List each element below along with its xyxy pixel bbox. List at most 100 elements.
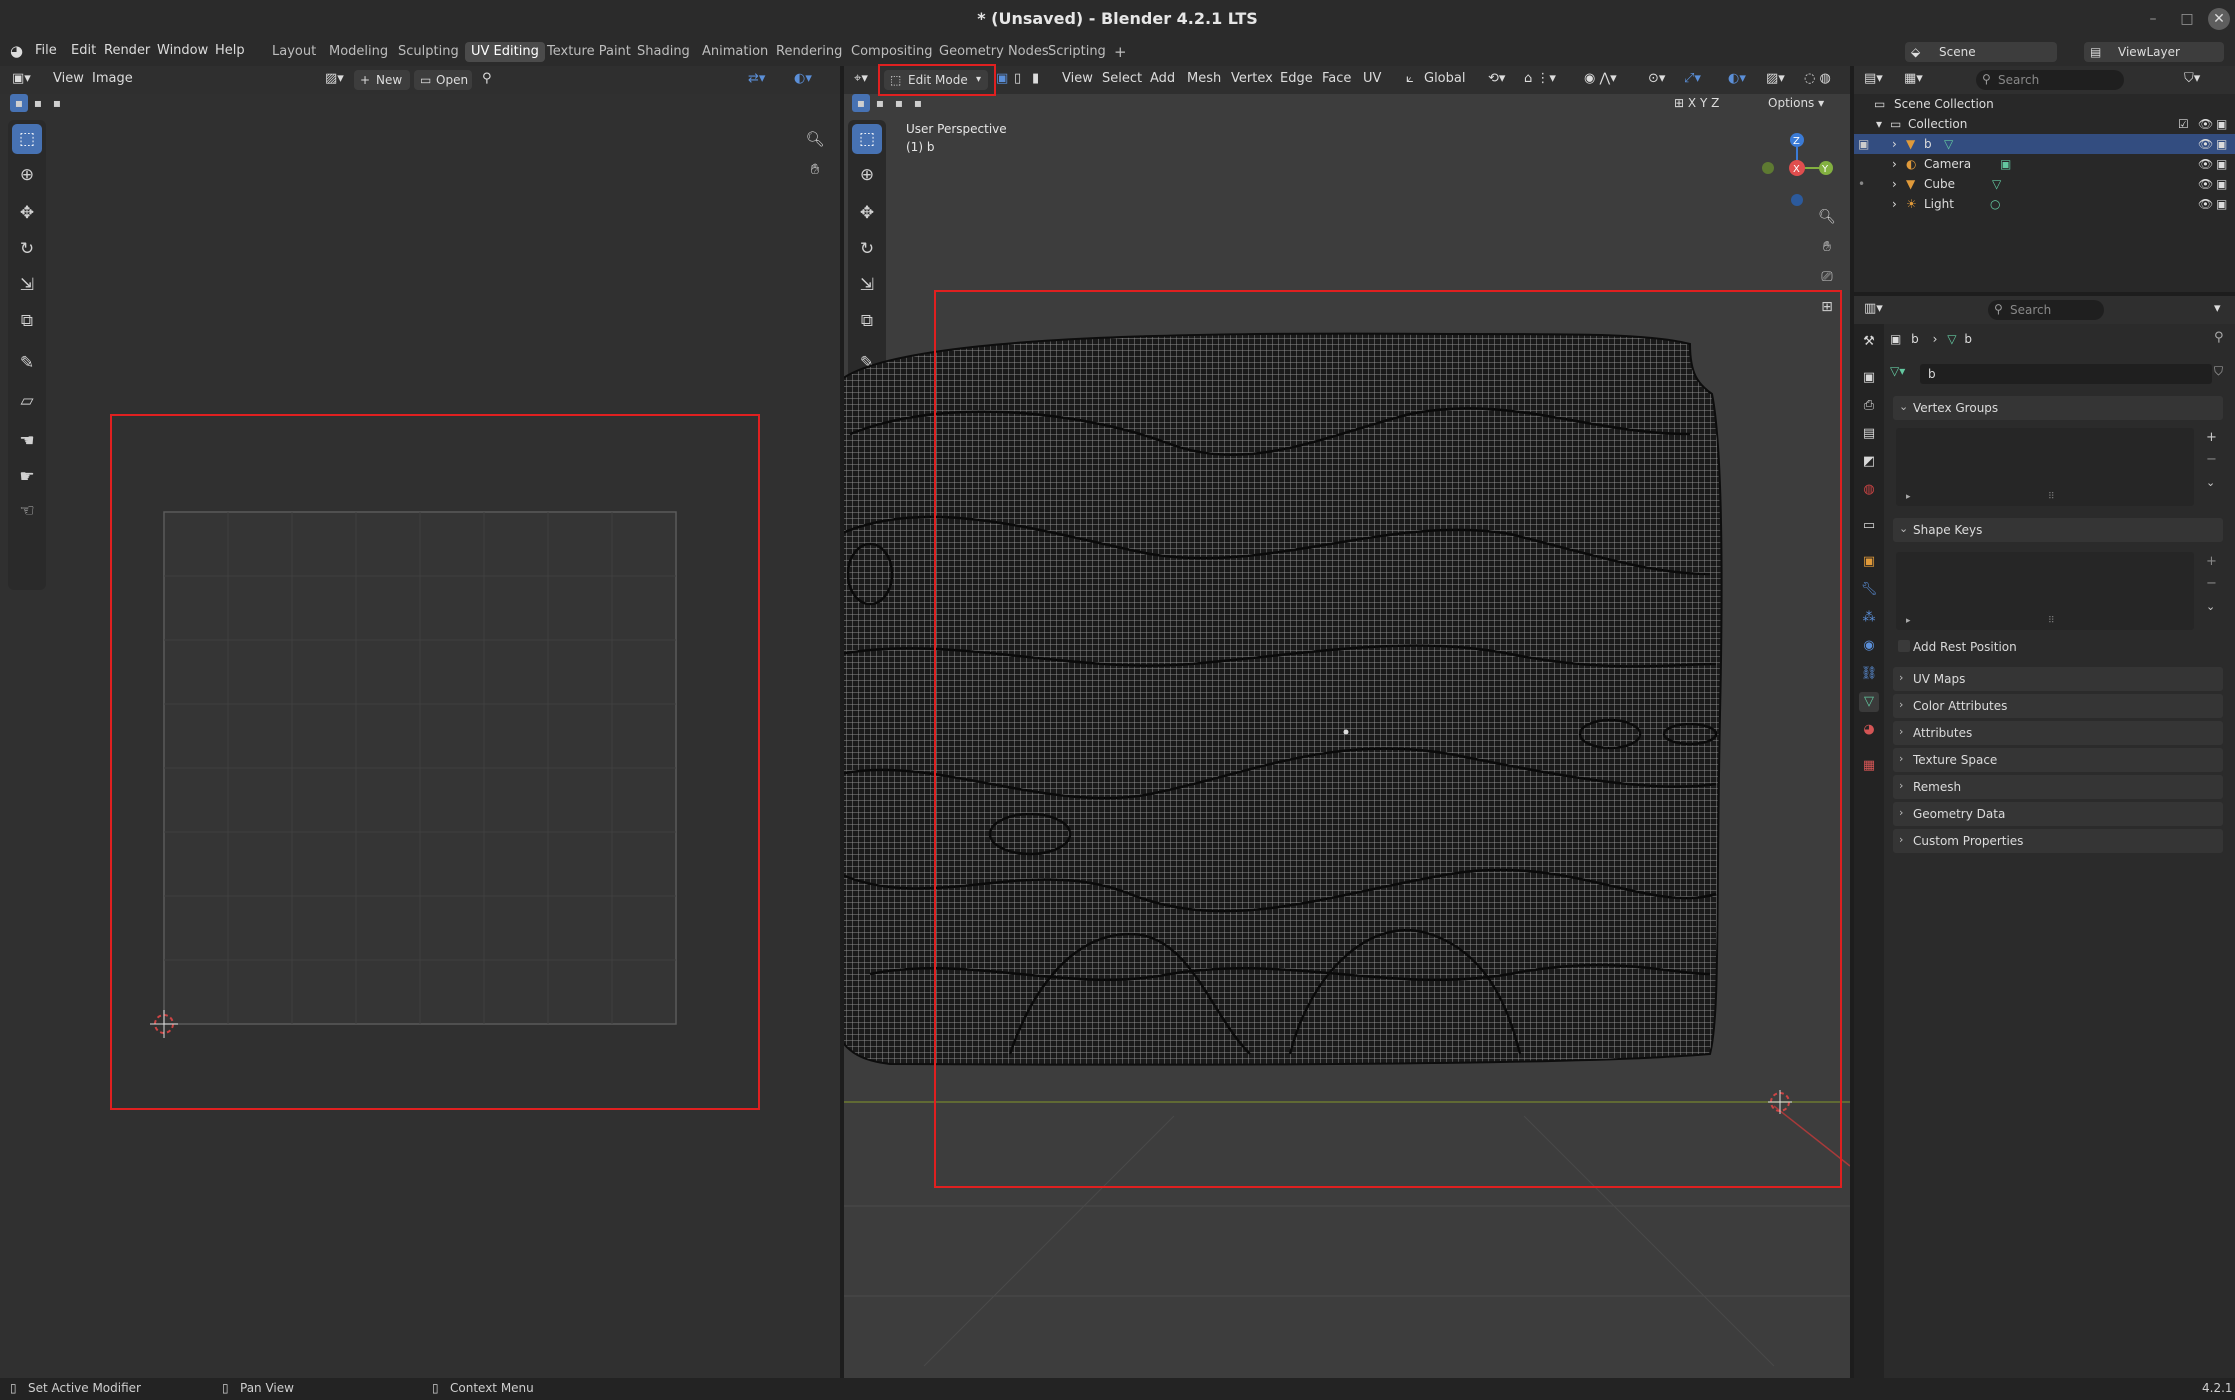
image-browse-icon[interactable]: ▨▾	[325, 71, 344, 86]
panel-uv-maps[interactable]: › UV Maps	[1893, 667, 2223, 691]
move-tool-icon[interactable]: ✥	[12, 198, 42, 228]
shape-key-specials-icon[interactable]: ⌄	[2206, 600, 2215, 613]
vertex-groups-list[interactable]: ▸ ⠿	[1896, 428, 2194, 506]
pin-icon[interactable]: ⚲	[2214, 330, 2224, 345]
panel-geometry-data[interactable]: › Geometry Data	[1893, 802, 2223, 826]
menu-window[interactable]: Window	[157, 43, 208, 58]
viewlayer-selector[interactable]: ▤ ViewLayer	[2084, 42, 2224, 62]
display-mode-icon[interactable]: ▦▾	[1904, 71, 1923, 86]
panel-attributes[interactable]: › Attributes	[1893, 721, 2223, 745]
scene-tab-icon[interactable]: ◩	[1859, 452, 1879, 472]
filter-icon[interactable]: ⛉▾	[2184, 71, 2200, 86]
properties-search[interactable]: ⚲ Search	[1988, 300, 2104, 320]
uv-menu-view[interactable]: View	[53, 71, 84, 86]
collection-tab-icon[interactable]: ▭	[1859, 516, 1879, 536]
tab-rendering[interactable]: Rendering	[770, 42, 848, 62]
data-name-field[interactable]: b	[1920, 364, 2212, 384]
pinch-tool-icon[interactable]: ☜	[12, 496, 42, 526]
constraints-tab-icon[interactable]: ⛓	[1859, 664, 1879, 684]
tab-geometry-nodes[interactable]: Geometry Nodes	[933, 42, 1055, 62]
uv-sync-icon[interactable]: ⇄▾	[748, 71, 765, 86]
panel-custom-properties[interactable]: › Custom Properties	[1893, 829, 2223, 853]
add-rest-position-checkbox[interactable]	[1898, 640, 1910, 652]
tab-shading[interactable]: Shading	[631, 42, 696, 62]
rip-tool-icon[interactable]: ▱	[12, 386, 42, 416]
minimize-button[interactable]: –	[2142, 8, 2164, 30]
zoom-icon[interactable]: 🔍︎	[800, 124, 830, 154]
menu-file[interactable]: File	[35, 43, 57, 58]
annotate-tool-icon[interactable]: ✎	[12, 348, 42, 378]
menu-edit[interactable]: Edit	[71, 43, 96, 58]
view-layer-tab-icon[interactable]: ▤	[1859, 424, 1879, 444]
panel-color-attributes[interactable]: › Color Attributes	[1893, 694, 2223, 718]
panel-vertex-groups[interactable]: ⌄ Vertex Groups	[1893, 396, 2223, 420]
panel-shape-keys[interactable]: ⌄ Shape Keys	[1893, 518, 2223, 542]
menu-help[interactable]: Help	[215, 43, 245, 58]
outliner-scene-collection[interactable]: ▭ Scene Collection	[1854, 94, 2235, 114]
panel-texture-space[interactable]: › Texture Space	[1893, 748, 2223, 772]
shape-keys-list[interactable]: ▸ ⠿	[1896, 552, 2194, 630]
object-tab-icon[interactable]: ▣	[1859, 552, 1879, 572]
relax-tool-icon[interactable]: ☛	[12, 462, 42, 492]
tab-texture-paint[interactable]: Texture Paint	[541, 42, 637, 62]
edge-select-icon[interactable]: ▪	[29, 94, 47, 112]
tool-tab-icon[interactable]: ⚒	[1859, 332, 1879, 352]
properties-options-icon[interactable]: ▾	[2214, 301, 2221, 316]
world-tab-icon[interactable]: ◍	[1859, 480, 1879, 500]
maximize-button[interactable]: □	[2176, 8, 2198, 30]
outliner-item-light[interactable]: › ☀ Light ○ 👁︎ ▣	[1854, 194, 2235, 214]
grab-tool-icon[interactable]: ☚	[12, 426, 42, 456]
cursor-tool-icon[interactable]: ⊕	[12, 160, 42, 190]
remove-shape-key-icon[interactable]: −	[2206, 576, 2217, 591]
outliner-item-camera[interactable]: › ◐ Camera ▣ 👁︎ ▣	[1854, 154, 2235, 174]
blender-logo-icon[interactable]: ◕	[10, 42, 23, 60]
menu-render[interactable]: Render	[104, 43, 150, 58]
fake-user-shield-icon[interactable]: ⛉	[2214, 364, 2223, 379]
render-tab-icon[interactable]: ▣	[1859, 368, 1879, 388]
editor-type-icon[interactable]: ▣▾	[12, 71, 31, 86]
tab-sculpting[interactable]: Sculpting	[392, 42, 465, 62]
uv-editor[interactable]: ▣▾ View Image ▨▾ + New ▭ Open ⚲ ⇄▾ ◐▾ ▪ …	[0, 66, 840, 1378]
tab-compositing[interactable]: Compositing	[845, 42, 939, 62]
rotate-tool-icon[interactable]: ↻	[12, 234, 42, 264]
texture-tab-icon[interactable]: ▦	[1859, 756, 1879, 776]
tab-layout[interactable]: Layout	[266, 42, 322, 62]
outliner-item-cube[interactable]: • › ▼ Cube ▽ 👁︎ ▣	[1854, 174, 2235, 194]
outliner-editor-type-icon[interactable]: ▤▾	[1864, 71, 1883, 86]
panel-remesh[interactable]: › Remesh	[1893, 775, 2223, 799]
pin-icon[interactable]: ⚲	[482, 71, 492, 86]
output-tab-icon[interactable]: ⎙	[1859, 396, 1879, 416]
particles-tab-icon[interactable]: ⁂	[1859, 608, 1879, 628]
vertex-select-icon[interactable]: ▪	[10, 94, 28, 112]
tab-scripting[interactable]: Scripting	[1042, 42, 1112, 62]
tab-uv-editing[interactable]: UV Editing	[465, 42, 545, 62]
transform-tool-icon[interactable]: ⧉	[12, 306, 42, 336]
new-image-button[interactable]: + New	[354, 70, 410, 90]
modifiers-tab-icon[interactable]: 🔧︎	[1859, 580, 1879, 600]
add-shape-key-icon[interactable]: +	[2206, 554, 2217, 569]
material-tab-icon[interactable]: ◕	[1859, 720, 1879, 740]
outliner-collection[interactable]: ▾ ▭ Collection ☑ 👁︎ ▣	[1854, 114, 2235, 134]
mesh-data-tab-icon[interactable]: ▽	[1859, 692, 1879, 712]
close-button[interactable]: ✕	[2208, 8, 2230, 30]
tab-modeling[interactable]: Modeling	[323, 42, 394, 62]
scale-tool-icon[interactable]: ⇲	[12, 270, 42, 300]
data-block-icon[interactable]: ▽▾	[1890, 364, 1905, 378]
pan-hand-icon[interactable]: ✋︎	[800, 154, 830, 184]
add-vertex-group-icon[interactable]: +	[2206, 430, 2217, 445]
vertex-group-specials-icon[interactable]: ⌄	[2206, 476, 2215, 489]
overlay-icon[interactable]: ◐▾	[794, 71, 812, 86]
remove-vertex-group-icon[interactable]: −	[2206, 452, 2217, 467]
outliner-search[interactable]: ⚲ Search	[1976, 70, 2124, 90]
add-workspace-icon[interactable]: +	[1108, 42, 1133, 62]
face-select-icon[interactable]: ▪	[48, 94, 66, 112]
properties-editor-type-icon[interactable]: ▥▾	[1864, 301, 1883, 316]
outliner[interactable]: ▤▾ ▦▾ ⚲ Search ⛉▾ ▭ Scene Collection ▾ ▭…	[1854, 66, 2235, 292]
outliner-item-b[interactable]: ▣ › ▼ b ▽ 👁︎ ▣	[1854, 134, 2235, 154]
uv-menu-image[interactable]: Image	[92, 71, 133, 86]
3d-viewport[interactable]: ⌖▾ ⬚ Edit Mode ▾ ▣ ▯ ▮ View Select Add M…	[844, 64, 1850, 1378]
open-image-button[interactable]: ▭ Open	[414, 70, 472, 90]
select-box-tool-icon[interactable]: ⬚	[12, 124, 42, 154]
scene-selector[interactable]: ⬙ Scene	[1905, 42, 2057, 62]
physics-tab-icon[interactable]: ◉	[1859, 636, 1879, 656]
